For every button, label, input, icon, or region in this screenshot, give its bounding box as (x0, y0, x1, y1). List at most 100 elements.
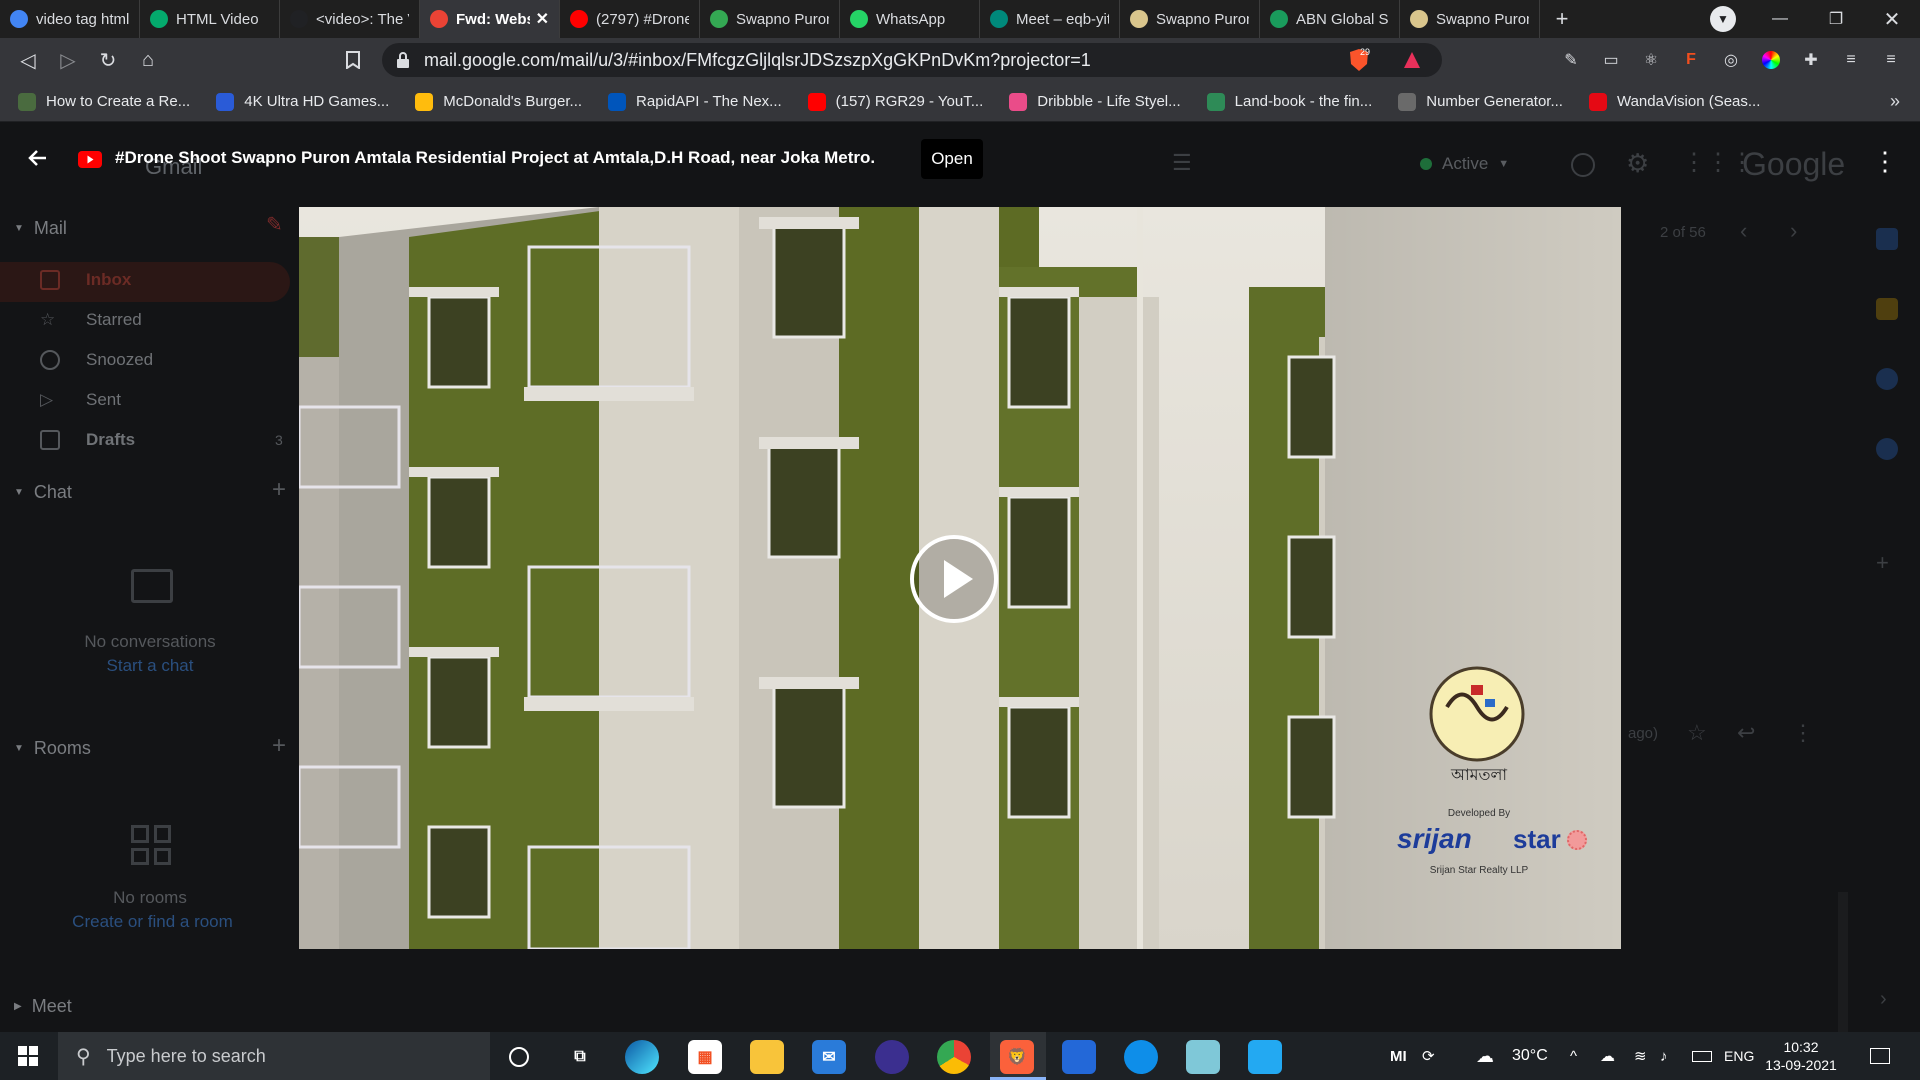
media-control-icon[interactable]: ≡ (1836, 45, 1866, 75)
back-icon[interactable]: ◁ (8, 40, 48, 80)
bookmark-icon[interactable] (333, 40, 373, 80)
wallet-extension-icon[interactable]: ✎ (1556, 45, 1586, 75)
temperature-text[interactable]: 30°C (1512, 1032, 1548, 1080)
sidebar-item-inbox[interactable]: Inbox (40, 270, 131, 290)
tab-whatsapp-6[interactable]: WhatsApp (840, 0, 980, 38)
bookmark-item[interactable]: Dribbble - Life Styel... (1009, 92, 1181, 111)
address-bar[interactable]: mail.google.com/mail/u/3/#inbox/FMfcgzGl… (382, 43, 1442, 77)
rooms-section-header[interactable]: ▼ Rooms (14, 738, 91, 759)
bookmark-item[interactable]: WandaVision (Seas... (1588, 92, 1760, 111)
taskbar-search[interactable]: ⚲ Type here to search (58, 1032, 490, 1080)
more-bookmarks-icon[interactable]: » (1890, 91, 1900, 112)
tab-gmail-3[interactable]: Fwd: Webs ✕ (420, 0, 560, 38)
notifications-icon[interactable] (1870, 1032, 1890, 1080)
file-explorer-icon[interactable] (750, 1040, 784, 1074)
create-room-link[interactable]: Create or find a room (40, 912, 265, 932)
remote-desktop-icon[interactable] (1062, 1040, 1096, 1074)
notepad-icon[interactable] (1186, 1040, 1220, 1074)
close-window-icon[interactable]: ✕ (1864, 0, 1920, 38)
windows-start-icon[interactable] (18, 1046, 38, 1066)
reload-icon[interactable]: ↻ (88, 40, 128, 80)
next-page-icon[interactable]: › (1790, 218, 1797, 244)
task-view-icon[interactable]: ⧉ (563, 1040, 597, 1074)
restore-icon[interactable]: ❐ (1808, 0, 1864, 38)
tab-site-10[interactable]: Swapno Puron (1400, 0, 1540, 38)
tab-w3schools-1[interactable]: HTML Video (140, 0, 280, 38)
language-text[interactable]: ENG (1724, 1032, 1754, 1080)
meet-section-header[interactable]: ▶ Meet (14, 996, 72, 1017)
bookmark-item[interactable]: McDonald's Burger... (415, 92, 582, 111)
bookmark-item[interactable]: 4K Ultra HD Games... (216, 92, 389, 111)
figma-extension-icon[interactable]: F (1676, 45, 1706, 75)
more-vert-icon[interactable]: ⋮ (1872, 146, 1898, 177)
store-icon[interactable]: ▦ (688, 1040, 722, 1074)
tab-site-8[interactable]: Swapno Puron (1120, 0, 1260, 38)
contacts-side-icon[interactable] (1876, 438, 1898, 460)
brave-rewards-icon[interactable] (1402, 50, 1422, 75)
play-button-icon[interactable] (909, 534, 999, 624)
weather-icon[interactable]: ☁ (1476, 1032, 1494, 1080)
sidebar-item-snoozed[interactable]: Snoozed (40, 350, 153, 370)
close-tab-icon[interactable]: ✕ (536, 9, 549, 29)
record-extension-icon[interactable]: ◎ (1716, 45, 1746, 75)
cortana-icon[interactable] (502, 1040, 536, 1074)
bookmark-item[interactable]: Number Generator... (1398, 92, 1563, 111)
tab-maps-5[interactable]: Swapno Puron (700, 0, 840, 38)
bookmark-item[interactable]: RapidAPI - The Nex... (608, 92, 782, 111)
tab-search-button[interactable]: ▼ (1710, 6, 1736, 32)
wifi-icon[interactable]: ≋ (1634, 1032, 1647, 1080)
chat-section-header[interactable]: ▼ Chat (14, 482, 72, 503)
extensions-puzzle-icon[interactable]: ✚ (1796, 45, 1826, 75)
start-chat-link[interactable]: Start a chat (50, 656, 250, 676)
reply-icon[interactable]: ↩ (1737, 720, 1755, 746)
compose-pencil-icon[interactable]: ✎ (266, 212, 283, 237)
minimize-icon[interactable]: — (1752, 0, 1808, 38)
sidebar-item-starred[interactable]: ☆ Starred (40, 310, 142, 330)
video-player[interactable]: আমতলা Developed By srijan star Srijan St… (299, 207, 1621, 949)
more-options-icon[interactable]: ⋮ (1792, 720, 1814, 746)
cast-extension-icon[interactable]: ▭ (1596, 45, 1626, 75)
tab-youtube-4[interactable]: (2797) #Drone (560, 0, 700, 38)
scrollbar[interactable] (1838, 892, 1848, 1032)
bookmark-item[interactable]: Land-book - the fin... (1206, 92, 1372, 111)
onedrive-icon[interactable]: ☁ (1600, 1032, 1615, 1080)
sidebar-item-drafts[interactable]: Drafts (40, 430, 135, 450)
add-room-icon[interactable]: + (272, 732, 286, 760)
prev-page-icon[interactable]: ‹ (1740, 218, 1747, 244)
bookmark-item[interactable]: (157) RGR29 - YouT... (807, 92, 983, 111)
add-addon-icon[interactable]: + (1876, 550, 1889, 576)
tab-abn-9[interactable]: ABN Global Sc (1260, 0, 1400, 38)
new-tab-button[interactable]: + (1546, 3, 1578, 35)
battery-icon[interactable] (1692, 1032, 1712, 1080)
home-icon[interactable]: ⌂ (128, 40, 168, 80)
add-chat-icon[interactable]: + (272, 476, 286, 504)
tab-mdn-2[interactable]: <video>: The V (280, 0, 420, 38)
volume-icon[interactable]: ♪ (1660, 1032, 1668, 1080)
chrome-icon[interactable] (937, 1040, 971, 1074)
mi-icon[interactable]: MI (1390, 1032, 1407, 1080)
vscode-icon[interactable] (1248, 1040, 1282, 1074)
eclipse-icon[interactable] (875, 1040, 909, 1074)
edge-icon[interactable] (625, 1040, 659, 1074)
tasks-side-icon[interactable] (1876, 368, 1898, 390)
sync-icon[interactable]: ⟳ (1422, 1032, 1435, 1080)
bookmark-item[interactable]: How to Create a Re... (18, 92, 190, 111)
tab-google-0[interactable]: video tag html (0, 0, 140, 38)
mail-section-header[interactable]: ▼ Mail (14, 218, 67, 239)
keep-side-icon[interactable] (1876, 298, 1898, 320)
react-extension-icon[interactable]: ⚛ (1636, 45, 1666, 75)
sidebar-item-sent[interactable]: ▷ Sent (40, 390, 121, 410)
mail-icon[interactable]: ✉ (812, 1040, 846, 1074)
back-arrow-icon[interactable] (26, 146, 50, 175)
open-button[interactable]: Open (921, 139, 983, 179)
brave-shield[interactable]: 29 (1348, 47, 1380, 72)
star-message-icon[interactable]: ☆ (1687, 720, 1707, 746)
clock[interactable]: 10:32 13-09-2021 (1760, 1032, 1842, 1080)
color-extension-icon[interactable] (1756, 45, 1786, 75)
forward-icon[interactable]: ▷ (48, 40, 88, 80)
expand-panel-icon[interactable]: › (1880, 988, 1887, 1011)
calendar-side-icon[interactable] (1876, 228, 1898, 250)
chevron-up-icon[interactable]: ^ (1570, 1032, 1577, 1080)
tab-meet-7[interactable]: Meet – eqb-yit (980, 0, 1120, 38)
teamviewer-icon[interactable] (1124, 1040, 1158, 1074)
